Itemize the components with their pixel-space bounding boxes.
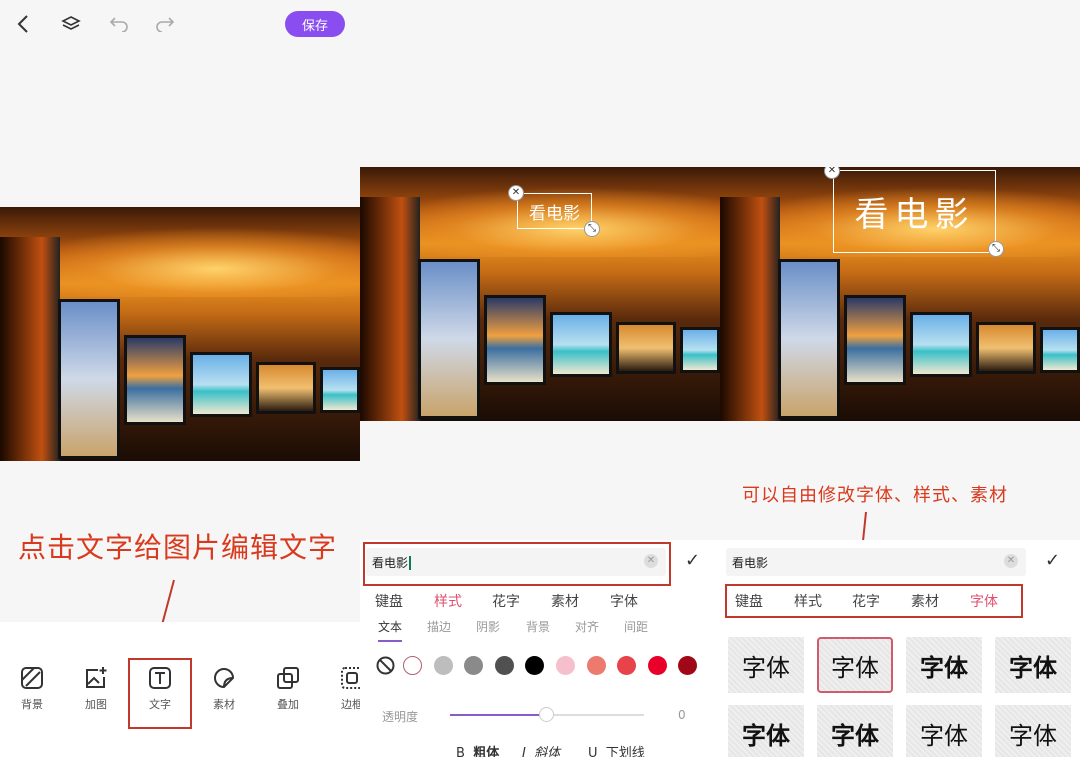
resize-handle-icon[interactable]: ⤡ [988,241,1004,257]
tab-bar: 键盘 样式 花字 素材 字体 [360,588,720,612]
tab-keyboard[interactable]: 键盘 [375,591,403,611]
subtab-shadow[interactable]: 阴影 [476,618,500,635]
highlight-box [363,542,671,586]
confirm-check-icon[interactable]: ✓ [1045,550,1060,571]
text-layer[interactable]: 看电影 [833,170,996,253]
color-swatch[interactable] [556,656,575,675]
tool-background[interactable]: 背景 [7,666,57,712]
add-image-icon [84,666,108,690]
text-edit-sheet: 看电影✕ ✓ 键盘 样式 花字 素材 字体 字体字体字体字体字体字体字体字体 [720,540,1080,757]
overlay-icon [276,666,300,690]
color-swatch[interactable] [403,656,422,675]
instruction-annotation: 点击文字给图片编辑文字 [18,526,337,566]
tool-add-image[interactable]: 加图 [71,666,121,712]
resize-handle-icon[interactable]: ⤡ [584,221,600,237]
frame-icon [340,666,360,690]
text-input[interactable]: 看电影✕ [726,548,1026,576]
canvas-image[interactable]: 看电影 ✕ ⤡ [720,167,1080,421]
opacity-value: 0 [678,708,686,722]
opacity-slider[interactable] [450,714,644,716]
tool-sticker[interactable]: 素材 [199,666,249,712]
subtab-align[interactable]: 对齐 [575,618,599,635]
editor-screen-1: 保存 点击文字给图片编辑文字 背景 加图 文字 素材 叠加 边框 [0,0,360,757]
canvas-image[interactable]: 看电影 ✕ ⤡ [360,167,720,421]
instruction-annotation: 可以自由修改字体、样式、素材 [742,481,1008,507]
opacity-label: 透明度 [382,708,418,725]
editor-screen-2: 看电影 ✕ ⤡ 看电影✕ ✓ 键盘 样式 花字 素材 字体 文本 描边 阴影 背… [360,0,720,757]
highlight-box [128,658,192,729]
redo-icon[interactable] [154,12,176,36]
subtab-text[interactable]: 文本 [378,618,402,642]
color-swatch[interactable] [495,656,514,675]
color-swatch[interactable] [434,656,453,675]
clear-icon[interactable]: ✕ [1004,554,1018,568]
tab-material[interactable]: 素材 [551,591,579,611]
tool-overlay[interactable]: 叠加 [263,666,313,712]
italic-button[interactable]: I 斜体 [522,742,560,757]
color-swatch[interactable] [617,656,636,675]
tab-fancy-text[interactable]: 花字 [492,591,520,611]
tab-font[interactable]: 字体 [610,591,638,611]
tool-frame[interactable]: 边框 [327,666,360,712]
text-layer[interactable]: 看电影 [517,193,592,229]
subtab-background[interactable]: 背景 [526,618,550,635]
color-swatch[interactable] [525,656,544,675]
layers-icon[interactable] [60,12,82,36]
color-swatch[interactable] [678,656,697,675]
subtab-spacing[interactable]: 间距 [624,618,648,635]
underline-button[interactable]: U 下划线 [588,742,645,757]
slider-knob[interactable] [539,707,554,722]
canvas-image[interactable] [0,207,360,461]
color-swatch[interactable] [464,656,483,675]
delete-layer-icon[interactable]: ✕ [508,185,524,201]
font-option[interactable]: 字体 [995,705,1071,757]
font-option[interactable]: 字体 [817,637,893,693]
editor-screen-3: 看电影 ✕ ⤡ 可以自由修改字体、样式、素材 看电影✕ ✓ 键盘 样式 花字 素… [720,0,1080,757]
font-option[interactable]: 字体 [728,637,804,693]
no-color-icon[interactable] [376,656,395,675]
confirm-check-icon[interactable]: ✓ [685,550,700,571]
bold-button[interactable]: B 粗体 [456,742,499,757]
tab-style[interactable]: 样式 [434,591,462,611]
color-swatch[interactable] [648,656,667,675]
sticker-icon [212,666,236,690]
undo-icon[interactable] [108,12,130,36]
save-button[interactable]: 保存 [285,11,345,37]
subtab-stroke[interactable]: 描边 [427,618,451,635]
font-option[interactable]: 字体 [906,637,982,693]
font-option[interactable]: 字体 [728,705,804,757]
back-icon[interactable] [12,12,34,36]
color-swatch[interactable] [587,656,606,675]
highlight-box [725,584,1023,618]
background-icon [20,666,44,690]
font-option[interactable]: 字体 [906,705,982,757]
text-edit-sheet: 看电影✕ ✓ 键盘 样式 花字 素材 字体 文本 描边 阴影 背景 对齐 间距 … [360,540,720,757]
font-option[interactable]: 字体 [995,637,1071,693]
font-option[interactable]: 字体 [817,705,893,757]
